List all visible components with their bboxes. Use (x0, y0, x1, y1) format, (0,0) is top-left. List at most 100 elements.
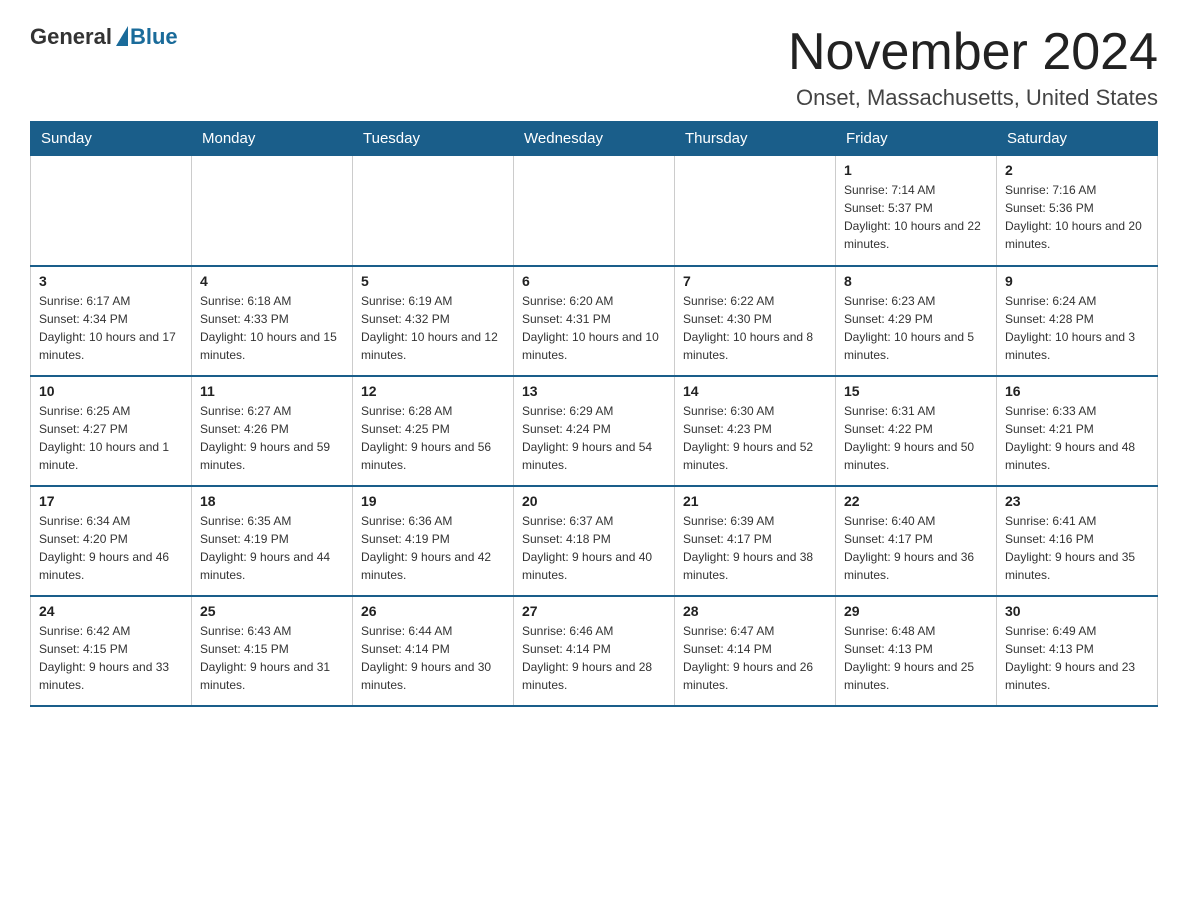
logo-triangle-icon (116, 26, 128, 46)
day-info: Sunrise: 6:29 AM Sunset: 4:24 PM Dayligh… (522, 402, 666, 474)
calendar-day-cell: 16 Sunrise: 6:33 AM Sunset: 4:21 PM Dayli… (997, 376, 1158, 486)
calendar-day-cell: 22Sunrise: 6:40 AM Sunset: 4:17 PM Dayli… (836, 486, 997, 596)
calendar-day-cell: 28Sunrise: 6:47 AM Sunset: 4:14 PM Dayli… (675, 596, 836, 706)
day-info: Sunrise: 6:43 AM Sunset: 4:15 PM Dayligh… (200, 622, 344, 694)
calendar-day-cell (353, 156, 514, 266)
calendar-day-cell: 5 Sunrise: 6:19 AM Sunset: 4:32 PM Daylig… (353, 266, 514, 376)
day-number: 20 (522, 493, 666, 509)
calendar-day-cell: 13 Sunrise: 6:29 AM Sunset: 4:24 PM Dayli… (514, 376, 675, 486)
calendar-day-cell: 4Sunrise: 6:18 AM Sunset: 4:33 PM Daylig… (192, 266, 353, 376)
day-number: 23 (1005, 493, 1149, 509)
calendar-day-cell: 24Sunrise: 6:42 AM Sunset: 4:15 PM Dayli… (31, 596, 192, 706)
day-info: Sunrise: 7:14 AM Sunset: 5:37 PM Dayligh… (844, 181, 988, 253)
calendar-day-cell: 8 Sunrise: 6:23 AM Sunset: 4:29 PM Daylig… (836, 266, 997, 376)
day-info: Sunrise: 7:16 AM Sunset: 5:36 PM Dayligh… (1005, 181, 1149, 253)
calendar-day-cell: 25 Sunrise: 6:43 AM Sunset: 4:15 PM Dayli… (192, 596, 353, 706)
day-number: 12 (361, 383, 505, 399)
calendar-day-cell: 23Sunrise: 6:41 AM Sunset: 4:16 PM Dayli… (997, 486, 1158, 596)
calendar-week-row: 24Sunrise: 6:42 AM Sunset: 4:15 PM Dayli… (31, 596, 1158, 706)
day-number: 14 (683, 383, 827, 399)
calendar-day-cell: 19Sunrise: 6:36 AM Sunset: 4:19 PM Dayli… (353, 486, 514, 596)
page-subtitle: Onset, Massachusetts, United States (788, 85, 1158, 111)
day-number: 4 (200, 273, 344, 289)
calendar-day-cell (192, 156, 353, 266)
day-number: 16 (1005, 383, 1149, 399)
day-number: 7 (683, 273, 827, 289)
calendar-day-cell: 12 Sunrise: 6:28 AM Sunset: 4:25 PM Dayli… (353, 376, 514, 486)
calendar-day-cell: 29Sunrise: 6:48 AM Sunset: 4:13 PM Dayli… (836, 596, 997, 706)
day-info: Sunrise: 6:39 AM Sunset: 4:17 PM Dayligh… (683, 512, 827, 584)
calendar-table: SundayMondayTuesdayWednesdayThursdayFrid… (30, 121, 1158, 707)
calendar-day-cell: 17 Sunrise: 6:34 AM Sunset: 4:20 PM Dayli… (31, 486, 192, 596)
day-info: Sunrise: 6:35 AM Sunset: 4:19 PM Dayligh… (200, 512, 344, 584)
day-number: 2 (1005, 162, 1149, 178)
logo-blue-text: Blue (130, 24, 178, 50)
day-info: Sunrise: 6:44 AM Sunset: 4:14 PM Dayligh… (361, 622, 505, 694)
day-number: 26 (361, 603, 505, 619)
day-info: Sunrise: 6:46 AM Sunset: 4:14 PM Dayligh… (522, 622, 666, 694)
calendar-body: 1 Sunrise: 7:14 AM Sunset: 5:37 PM Daylig… (31, 156, 1158, 706)
day-number: 1 (844, 162, 988, 178)
days-of-week-row: SundayMondayTuesdayWednesdayThursdayFrid… (31, 122, 1158, 156)
day-number: 18 (200, 493, 344, 509)
day-info: Sunrise: 6:31 AM Sunset: 4:22 PM Dayligh… (844, 402, 988, 474)
calendar-day-cell (31, 156, 192, 266)
day-number: 24 (39, 603, 183, 619)
day-info: Sunrise: 6:37 AM Sunset: 4:18 PM Dayligh… (522, 512, 666, 584)
logo-general-text: General (30, 24, 112, 50)
day-info: Sunrise: 6:23 AM Sunset: 4:29 PM Dayligh… (844, 292, 988, 364)
day-info: Sunrise: 6:24 AM Sunset: 4:28 PM Dayligh… (1005, 292, 1149, 364)
calendar-day-cell: 15 Sunrise: 6:31 AM Sunset: 4:22 PM Dayli… (836, 376, 997, 486)
day-number: 25 (200, 603, 344, 619)
day-of-week-header: Friday (836, 122, 997, 156)
day-info: Sunrise: 6:20 AM Sunset: 4:31 PM Dayligh… (522, 292, 666, 364)
day-info: Sunrise: 6:25 AM Sunset: 4:27 PM Dayligh… (39, 402, 183, 474)
day-number: 17 (39, 493, 183, 509)
day-info: Sunrise: 6:34 AM Sunset: 4:20 PM Dayligh… (39, 512, 183, 584)
day-info: Sunrise: 6:49 AM Sunset: 4:13 PM Dayligh… (1005, 622, 1149, 694)
calendar-header: SundayMondayTuesdayWednesdayThursdayFrid… (31, 122, 1158, 156)
day-number: 5 (361, 273, 505, 289)
day-of-week-header: Monday (192, 122, 353, 156)
calendar-day-cell: 2 Sunrise: 7:16 AM Sunset: 5:36 PM Daylig… (997, 156, 1158, 266)
day-of-week-header: Sunday (31, 122, 192, 156)
day-info: Sunrise: 6:33 AM Sunset: 4:21 PM Dayligh… (1005, 402, 1149, 474)
calendar-day-cell: 11Sunrise: 6:27 AM Sunset: 4:26 PM Dayli… (192, 376, 353, 486)
calendar-week-row: 17 Sunrise: 6:34 AM Sunset: 4:20 PM Dayli… (31, 486, 1158, 596)
day-number: 10 (39, 383, 183, 399)
day-info: Sunrise: 6:27 AM Sunset: 4:26 PM Dayligh… (200, 402, 344, 474)
calendar-day-cell: 30 Sunrise: 6:49 AM Sunset: 4:13 PM Dayli… (997, 596, 1158, 706)
day-number: 9 (1005, 273, 1149, 289)
day-info: Sunrise: 6:28 AM Sunset: 4:25 PM Dayligh… (361, 402, 505, 474)
day-number: 8 (844, 273, 988, 289)
calendar-day-cell: 21 Sunrise: 6:39 AM Sunset: 4:17 PM Dayli… (675, 486, 836, 596)
day-of-week-header: Saturday (997, 122, 1158, 156)
calendar-day-cell: 9 Sunrise: 6:24 AM Sunset: 4:28 PM Daylig… (997, 266, 1158, 376)
calendar-week-row: 3Sunrise: 6:17 AM Sunset: 4:34 PM Daylig… (31, 266, 1158, 376)
day-info: Sunrise: 6:30 AM Sunset: 4:23 PM Dayligh… (683, 402, 827, 474)
page-title: November 2024 (788, 24, 1158, 81)
calendar-day-cell: 27 Sunrise: 6:46 AM Sunset: 4:14 PM Dayli… (514, 596, 675, 706)
day-number: 15 (844, 383, 988, 399)
day-number: 19 (361, 493, 505, 509)
calendar-week-row: 10 Sunrise: 6:25 AM Sunset: 4:27 PM Dayli… (31, 376, 1158, 486)
calendar-day-cell: 18 Sunrise: 6:35 AM Sunset: 4:19 PM Dayli… (192, 486, 353, 596)
calendar-day-cell: 7Sunrise: 6:22 AM Sunset: 4:30 PM Daylig… (675, 266, 836, 376)
calendar-day-cell (514, 156, 675, 266)
day-number: 13 (522, 383, 666, 399)
calendar-day-cell: 6 Sunrise: 6:20 AM Sunset: 4:31 PM Daylig… (514, 266, 675, 376)
calendar-day-cell (675, 156, 836, 266)
title-block: November 2024 Onset, Massachusetts, Unit… (788, 24, 1158, 111)
calendar-day-cell: 1 Sunrise: 7:14 AM Sunset: 5:37 PM Daylig… (836, 156, 997, 266)
day-info: Sunrise: 6:19 AM Sunset: 4:32 PM Dayligh… (361, 292, 505, 364)
day-of-week-header: Thursday (675, 122, 836, 156)
day-number: 22 (844, 493, 988, 509)
calendar-day-cell: 14 Sunrise: 6:30 AM Sunset: 4:23 PM Dayli… (675, 376, 836, 486)
day-number: 29 (844, 603, 988, 619)
day-number: 27 (522, 603, 666, 619)
day-number: 21 (683, 493, 827, 509)
day-number: 28 (683, 603, 827, 619)
day-info: Sunrise: 6:17 AM Sunset: 4:34 PM Dayligh… (39, 292, 183, 364)
day-number: 30 (1005, 603, 1149, 619)
day-number: 6 (522, 273, 666, 289)
